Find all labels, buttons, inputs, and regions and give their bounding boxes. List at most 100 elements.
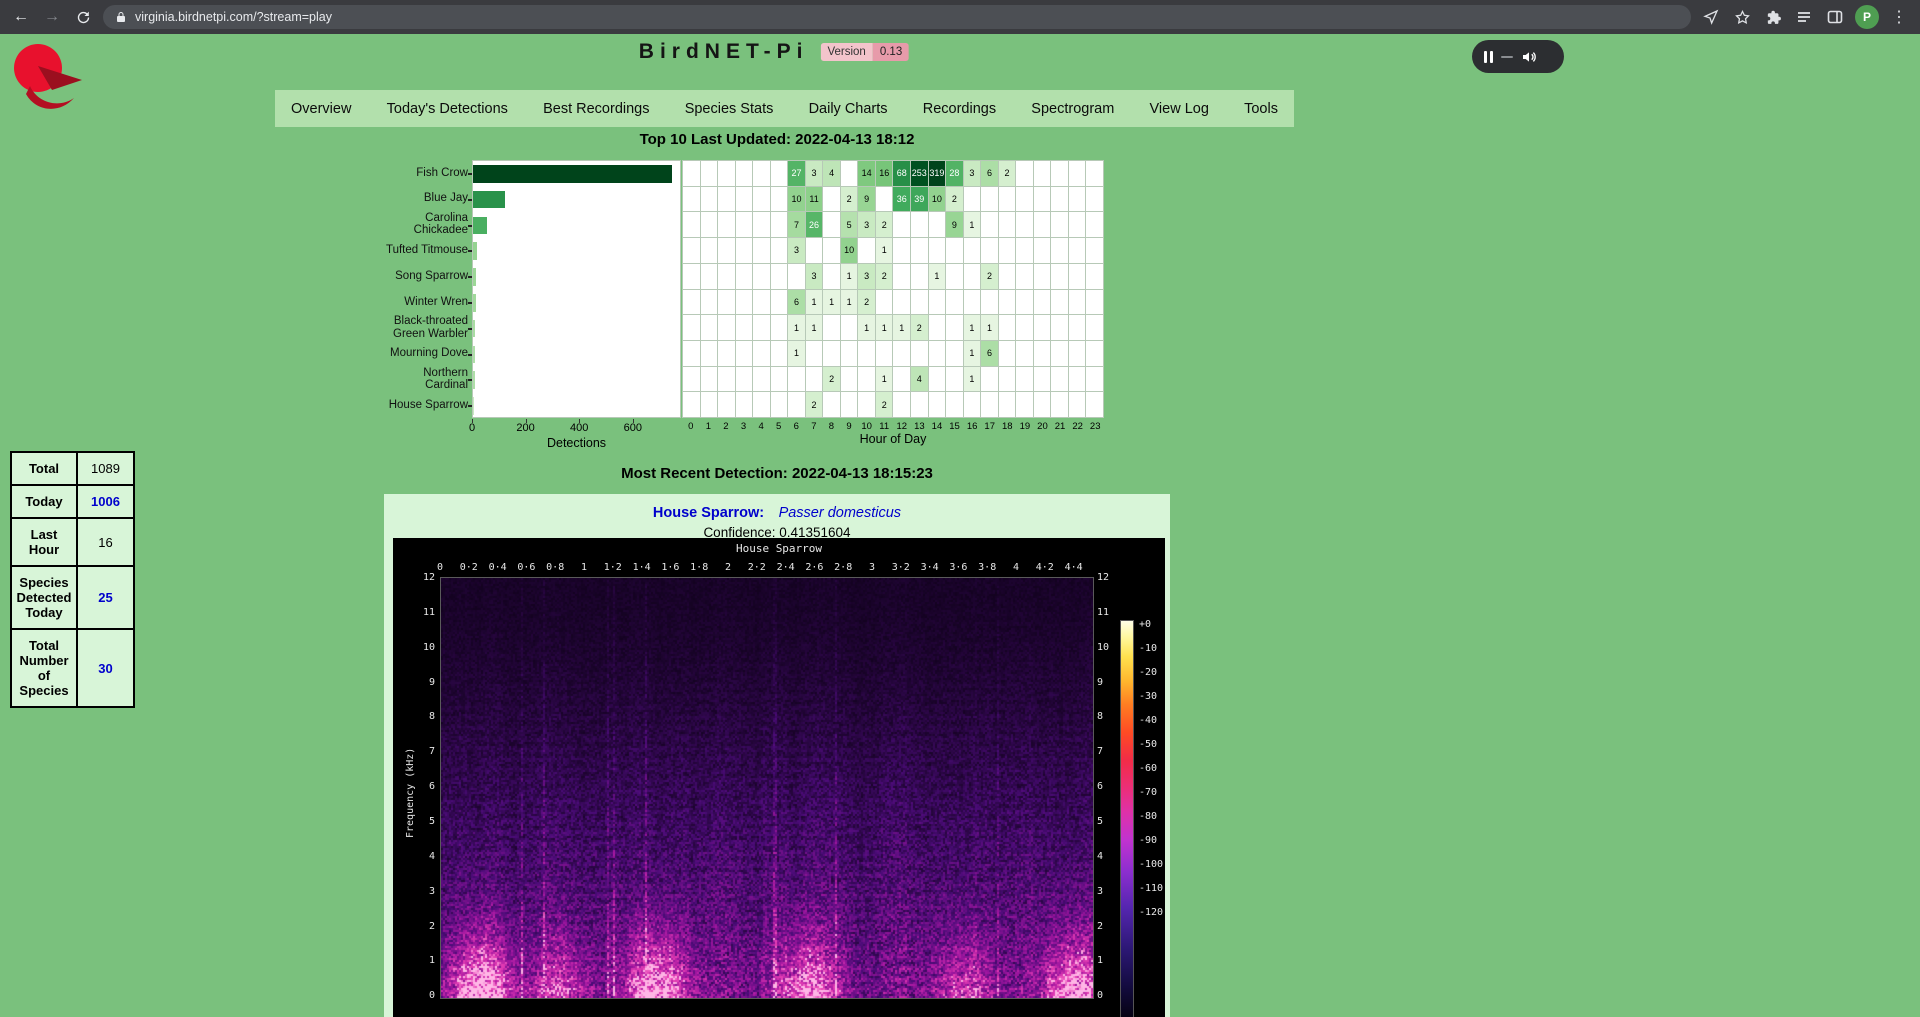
address-bar[interactable]: virginia.birdnetpi.com/?stream=play: [103, 5, 1691, 29]
send-icon[interactable]: [1700, 6, 1722, 28]
heatmap-cell: 1: [929, 264, 946, 289]
heatmap-cell: [683, 315, 700, 340]
reload-glyph: [76, 10, 91, 25]
nav-item-species-stats[interactable]: Species Stats: [685, 101, 774, 117]
nav-item-view-log[interactable]: View Log: [1150, 101, 1209, 117]
heatmap-cell: 1: [858, 315, 875, 340]
forward-icon[interactable]: →: [41, 6, 63, 28]
detection-panel: House Sparrow: Passer domesticus Confide…: [384, 494, 1170, 1017]
detections-bar: [473, 320, 475, 338]
spectrogram-time-tick: 2·6: [805, 562, 823, 573]
page-title: BirdNET-Pi: [639, 40, 809, 64]
heatmap-cell: [1086, 367, 1103, 392]
reload-icon[interactable]: [72, 6, 94, 28]
nav-item-today-s-detections[interactable]: Today's Detections: [387, 101, 508, 117]
list-glyph: [1796, 9, 1812, 25]
db-scale-tick: -10: [1139, 643, 1157, 654]
heatmap-cell: [1016, 315, 1033, 340]
bar-axis-tickmark: [579, 419, 580, 423]
heatmap-cell: 1: [806, 315, 823, 340]
heatmap-cell: [999, 367, 1016, 392]
nav-item-tools[interactable]: Tools: [1244, 101, 1278, 117]
spectrogram-time-tick: 2: [725, 562, 731, 573]
spectrogram-time-tick: 0: [437, 562, 443, 573]
nav-item-recordings[interactable]: Recordings: [923, 101, 996, 117]
heatmap-cell: 3: [806, 264, 823, 289]
heatmap-cell: [1086, 161, 1103, 186]
heatmap-cell: 2: [911, 315, 928, 340]
heatmap-cell: [753, 264, 770, 289]
spectrogram-freq-tick: 2: [397, 921, 435, 932]
heatmap-cell: [893, 367, 910, 392]
spectrogram-time-tick: 0·6: [517, 562, 535, 573]
heatmap-cell: 9: [858, 187, 875, 212]
birdnetpi-page: BirdNET-Pi Version 0.13 OverviewToday's …: [0, 34, 1920, 1017]
heatmap-cell: [946, 264, 963, 289]
heatmap-cell: [736, 264, 753, 289]
nav-item-spectrogram[interactable]: Spectrogram: [1031, 101, 1114, 117]
heatmap-cell: [1069, 161, 1086, 186]
heatmap-cell: 6: [788, 290, 805, 315]
nav-item-best-recordings[interactable]: Best Recordings: [543, 101, 649, 117]
heatmap-cell: 6: [981, 341, 998, 366]
detections-bar: [473, 346, 475, 364]
stats-value[interactable]: 30: [77, 629, 134, 707]
heatmap-cell: [736, 367, 753, 392]
nav-item-daily-charts[interactable]: Daily Charts: [809, 101, 888, 117]
stats-label: Last Hour: [11, 518, 77, 566]
side-panel-icon[interactable]: [1824, 6, 1846, 28]
stats-value[interactable]: 1006: [77, 485, 134, 518]
heatmap-cell: [999, 315, 1016, 340]
stats-row: Total Number of Species30: [11, 629, 134, 707]
heatmap-cell: [1034, 341, 1051, 366]
back-icon[interactable]: ←: [10, 6, 32, 28]
stats-value[interactable]: 25: [77, 566, 134, 629]
seek-bar[interactable]: [1501, 56, 1513, 58]
audio-player[interactable]: [1472, 40, 1564, 73]
hour-axis-label: Hour of Day: [860, 432, 927, 446]
birdnet-logo: [8, 42, 84, 112]
spectrogram-time-tick: 0·4: [489, 562, 507, 573]
volume-icon[interactable]: [1521, 49, 1537, 65]
profile-avatar[interactable]: P: [1855, 5, 1879, 29]
pause-icon[interactable]: [1484, 51, 1493, 63]
heatmap-cell: 1: [841, 290, 858, 315]
detection-title-line: House Sparrow: Passer domesticus: [384, 504, 1170, 522]
heatmap-cell: [718, 315, 735, 340]
species-label: Mourning Dove: [384, 341, 470, 367]
heatmap-cell: [1069, 264, 1086, 289]
heatmap-cell: [858, 392, 875, 417]
heatmap-cell: [701, 212, 718, 237]
detections-bar: [473, 242, 477, 260]
heatmap-cell: 10: [929, 187, 946, 212]
heatmap-cell: 3: [964, 161, 981, 186]
spectrogram-freq-tick-right: 3: [1097, 886, 1103, 897]
spectrogram-freq-tick: 9: [397, 677, 435, 688]
stats-label: Total Number of Species: [11, 629, 77, 707]
heatmap-cell: [718, 367, 735, 392]
menu-kebab-icon[interactable]: ⋮: [1888, 6, 1910, 28]
heatmap-cell: 2: [876, 212, 893, 237]
detections-bar: [473, 191, 505, 209]
bookmark-star-icon[interactable]: [1731, 6, 1753, 28]
db-scale-tick: -90: [1139, 835, 1157, 846]
heatmap-cell: [1069, 367, 1086, 392]
hour-axis-tick: 20: [1037, 421, 1048, 432]
version-label: Version: [820, 43, 872, 61]
reading-list-icon[interactable]: [1793, 6, 1815, 28]
hourly-heatmap: 2734141668253319283621011293639102726532…: [682, 160, 1104, 418]
puzzle-glyph: [1765, 9, 1782, 26]
detected-species-name[interactable]: House Sparrow:: [653, 505, 764, 521]
heatmap-cell: [946, 341, 963, 366]
heatmap-cell: [1016, 341, 1033, 366]
heatmap-cell: [981, 187, 998, 212]
spectrogram-title: House Sparrow: [393, 542, 1165, 555]
heatmap-cell: [683, 161, 700, 186]
nav-item-overview[interactable]: Overview: [291, 101, 351, 117]
detections-bar: [473, 268, 476, 286]
heatmap-cell: [911, 290, 928, 315]
extensions-puzzle-icon[interactable]: [1762, 6, 1784, 28]
heatmap-cell: 1: [964, 212, 981, 237]
heatmap-cell: [1034, 264, 1051, 289]
heatmap-cell: [1034, 212, 1051, 237]
